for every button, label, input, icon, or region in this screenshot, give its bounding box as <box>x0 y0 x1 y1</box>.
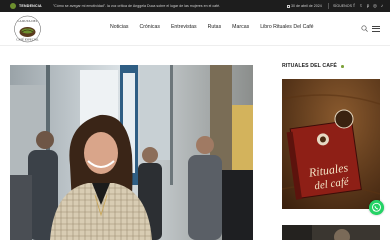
nav-noticias[interactable]: Noticias <box>110 24 128 30</box>
site-logo[interactable]: LA RUTA DEL CAFÉ ESPECIAL <box>12 15 43 43</box>
trending-label: TENDENCIA <box>19 4 42 8</box>
book-cover-image: Rituales del café <box>282 79 380 209</box>
site-header: LA RUTA DEL CAFÉ ESPECIAL Noticias Cróni… <box>0 12 390 46</box>
search-icon[interactable] <box>361 25 368 32</box>
nav-cronicas[interactable]: Crónicas <box>139 24 159 30</box>
whatsapp-chat-icon[interactable] <box>369 200 384 215</box>
sidebar-title: RITUALES DEL CAFÉ <box>282 63 337 69</box>
twitter-icon[interactable]: t <box>359 3 363 9</box>
follow-label: SÍGUENOS <box>333 4 352 8</box>
featured-article-image[interactable] <box>10 65 253 240</box>
current-date: 30 de abril de 2024 <box>287 4 322 8</box>
book-promo-card[interactable]: Rituales del café <box>282 79 380 209</box>
pinterest-icon[interactable]: p <box>366 3 370 9</box>
facebook-icon[interactable]: f <box>352 3 356 9</box>
nav-rutas[interactable]: Rutas <box>208 24 222 30</box>
sidebar-next-card[interactable] <box>282 225 380 240</box>
nav-libro[interactable]: Libro Rituales Del Café <box>260 24 313 30</box>
svg-text:LA RUTA DEL: LA RUTA DEL <box>17 19 37 23</box>
divider <box>328 3 329 9</box>
ticker-headline[interactable]: "Cómo se avegar mi emotividad". la voz c… <box>53 4 220 8</box>
trending-icon <box>10 3 16 9</box>
title-accent-dot <box>341 65 344 68</box>
hamburger-menu-icon[interactable] <box>372 26 380 32</box>
tiktok-icon[interactable]: ♪ <box>380 3 384 9</box>
social-links: f t p ◎ ♪ <box>352 3 384 9</box>
svg-text:CAFÉ ESPECIAL: CAFÉ ESPECIAL <box>16 37 39 42</box>
next-card-image <box>282 225 380 240</box>
main-nav: Noticias Crónicas Entrevistas Rutas Marc… <box>110 24 314 30</box>
calendar-icon <box>287 4 290 8</box>
instagram-icon[interactable]: ◎ <box>373 3 377 9</box>
nav-entrevistas[interactable]: Entrevistas <box>171 24 197 30</box>
top-ticker-bar: TENDENCIA "Cómo se avegar mi emotividad"… <box>0 0 390 12</box>
nav-marcas[interactable]: Marcas <box>232 24 249 30</box>
